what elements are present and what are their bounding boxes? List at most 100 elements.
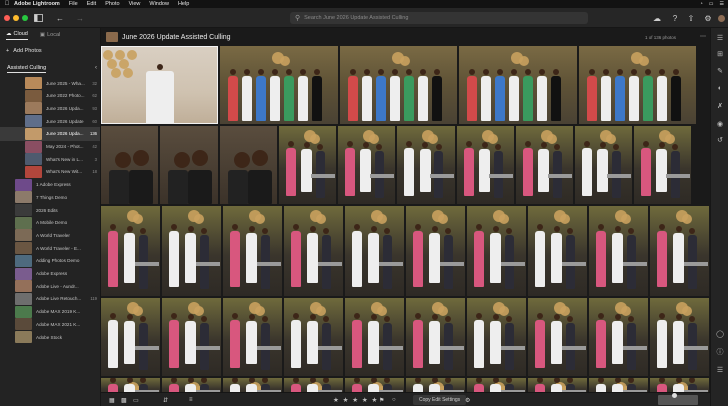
settings-gear-icon[interactable]: ⚙ bbox=[465, 395, 470, 405]
photo-thumbnail[interactable] bbox=[101, 298, 160, 376]
photo-thumbnail[interactable] bbox=[459, 46, 577, 124]
photo-thumbnail[interactable] bbox=[516, 126, 573, 204]
more-icon[interactable]: ⋯ bbox=[700, 33, 706, 40]
photo-thumbnail[interactable] bbox=[634, 126, 691, 204]
notifications-icon[interactable]: ⚙ bbox=[703, 12, 713, 24]
photo-thumbnail[interactable] bbox=[650, 298, 709, 376]
filter-icon[interactable]: ≡ bbox=[189, 395, 193, 405]
battery-icon[interactable]: ▭ bbox=[709, 1, 714, 7]
crop-icon[interactable]: ⊞ bbox=[715, 50, 725, 60]
photo-thumbnail[interactable] bbox=[575, 126, 632, 204]
album-item[interactable]: Adobe Stock bbox=[0, 330, 100, 344]
photo-thumbnail[interactable] bbox=[345, 298, 404, 376]
menu-file[interactable]: File bbox=[69, 1, 78, 7]
search-input[interactable] bbox=[304, 15, 575, 21]
forward-arrow-icon[interactable]: → bbox=[75, 12, 85, 24]
photo-thumbnail[interactable] bbox=[340, 46, 457, 124]
wifi-icon[interactable]: ◔ bbox=[700, 1, 703, 7]
photo-thumbnail[interactable] bbox=[162, 298, 221, 376]
photo-thumbnail[interactable] bbox=[284, 298, 343, 376]
zoom-window-button[interactable] bbox=[22, 15, 28, 21]
comments-icon[interactable]: ◯ bbox=[715, 330, 725, 340]
photo-thumbnail[interactable] bbox=[338, 126, 395, 204]
photo-thumbnail[interactable] bbox=[220, 46, 338, 124]
photo-thumbnail[interactable] bbox=[101, 126, 158, 204]
photo-thumbnail[interactable] bbox=[406, 298, 465, 376]
star-rating[interactable]: ★ ★ ★ ★ ★ bbox=[333, 395, 378, 405]
help-icon[interactable]: ? bbox=[670, 12, 680, 24]
photo-thumbnail[interactable] bbox=[397, 126, 455, 204]
history-icon[interactable]: ↺ bbox=[715, 136, 725, 146]
photo-thumbnail[interactable] bbox=[589, 298, 648, 376]
square-grid-icon[interactable]: ▩ bbox=[121, 395, 127, 405]
edit-sliders-icon[interactable]: ☰ bbox=[715, 34, 725, 44]
photo-thumbnail[interactable] bbox=[101, 46, 218, 124]
minimize-window-button[interactable] bbox=[13, 15, 19, 21]
photo-thumbnail[interactable] bbox=[223, 206, 282, 296]
photo-thumbnail[interactable] bbox=[220, 126, 277, 204]
photo-detail bbox=[309, 378, 316, 383]
tab-cloud[interactable]: ☁ Cloud bbox=[6, 31, 28, 40]
control-center-icon[interactable]: ☰ bbox=[720, 1, 724, 7]
chevron-left-icon[interactable]: ‹ bbox=[95, 65, 97, 71]
photo-thumbnail[interactable] bbox=[589, 378, 648, 392]
remove-icon[interactable]: ✗ bbox=[715, 102, 725, 112]
menu-help[interactable]: Help bbox=[178, 1, 189, 7]
sidebar-toggle-icon[interactable] bbox=[33, 12, 43, 24]
copy-edit-settings-button[interactable]: Copy Edit Settings bbox=[413, 395, 467, 405]
photo-thumbnail[interactable] bbox=[528, 298, 587, 376]
sort-icon[interactable]: ⇵ bbox=[163, 395, 168, 405]
keywords-icon[interactable]: ☰ bbox=[715, 366, 725, 376]
flag-icon[interactable]: ⚑ bbox=[379, 395, 384, 405]
photo-thumbnail[interactable] bbox=[579, 46, 696, 124]
album-group-header[interactable]: Assisted Culling ‹ bbox=[7, 65, 97, 73]
add-photos-button[interactable]: + Add Photos bbox=[6, 48, 42, 54]
photo-thumbnail[interactable] bbox=[345, 206, 404, 296]
photo-thumbnail[interactable] bbox=[406, 206, 465, 296]
photo-thumbnail[interactable] bbox=[467, 378, 526, 392]
menu-app-name[interactable]: Adobe Lightroom bbox=[14, 1, 60, 7]
photo-thumbnail[interactable] bbox=[589, 206, 648, 296]
photo-detail bbox=[612, 233, 624, 283]
photo-thumbnail[interactable] bbox=[467, 298, 526, 376]
grid-view-icon[interactable]: ▦ bbox=[109, 395, 115, 405]
photo-thumbnail[interactable] bbox=[284, 378, 343, 392]
photo-thumbnail[interactable] bbox=[279, 126, 336, 204]
menu-photo[interactable]: Photo bbox=[105, 1, 119, 7]
search-bar[interactable]: ⚲ bbox=[290, 12, 588, 24]
share-icon[interactable]: ⇧ bbox=[686, 12, 696, 24]
photo-thumbnail[interactable] bbox=[162, 206, 221, 296]
photo-thumbnail[interactable] bbox=[101, 206, 160, 296]
apple-icon[interactable]:  bbox=[0, 1, 14, 7]
close-window-button[interactable] bbox=[4, 15, 10, 21]
tab-local[interactable]: ▣ Local bbox=[40, 31, 60, 40]
thumbnail-size-slider[interactable] bbox=[658, 393, 698, 405]
back-arrow-icon[interactable]: ← bbox=[55, 12, 65, 24]
heal-icon[interactable]: ✎ bbox=[715, 67, 725, 77]
photo-thumbnail[interactable] bbox=[162, 378, 221, 392]
photo-thumbnail[interactable] bbox=[406, 378, 465, 392]
photo-thumbnail[interactable] bbox=[457, 126, 514, 204]
photo-thumbnail[interactable] bbox=[528, 378, 587, 392]
photo-thumbnail[interactable] bbox=[223, 298, 282, 376]
photo-thumbnail[interactable] bbox=[101, 378, 160, 392]
info-circle-icon[interactable]: ○ bbox=[392, 395, 396, 405]
photo-thumbnail[interactable] bbox=[284, 206, 343, 296]
cloud-sync-icon[interactable]: ☁ bbox=[652, 12, 662, 24]
avatar[interactable] bbox=[716, 12, 726, 24]
presets-icon[interactable]: ◉ bbox=[715, 120, 725, 130]
menu-window[interactable]: Window bbox=[149, 1, 169, 7]
photo-thumbnail[interactable] bbox=[345, 378, 404, 392]
photo-thumbnail[interactable] bbox=[528, 206, 587, 296]
photo-thumbnail[interactable] bbox=[650, 206, 709, 296]
info-icon[interactable]: ⓘ bbox=[715, 348, 725, 358]
photo-thumbnail[interactable] bbox=[223, 378, 282, 392]
menu-edit[interactable]: Edit bbox=[87, 1, 96, 7]
masking-icon[interactable]: ◐ bbox=[715, 84, 725, 94]
photo-thumbnail[interactable] bbox=[160, 126, 218, 204]
detail-view-icon[interactable]: ▭ bbox=[133, 395, 139, 405]
photo-thumbnail[interactable] bbox=[467, 206, 526, 296]
slider-knob[interactable] bbox=[672, 393, 677, 398]
photo-thumbnail[interactable] bbox=[650, 378, 709, 392]
menu-view[interactable]: View bbox=[129, 1, 141, 7]
